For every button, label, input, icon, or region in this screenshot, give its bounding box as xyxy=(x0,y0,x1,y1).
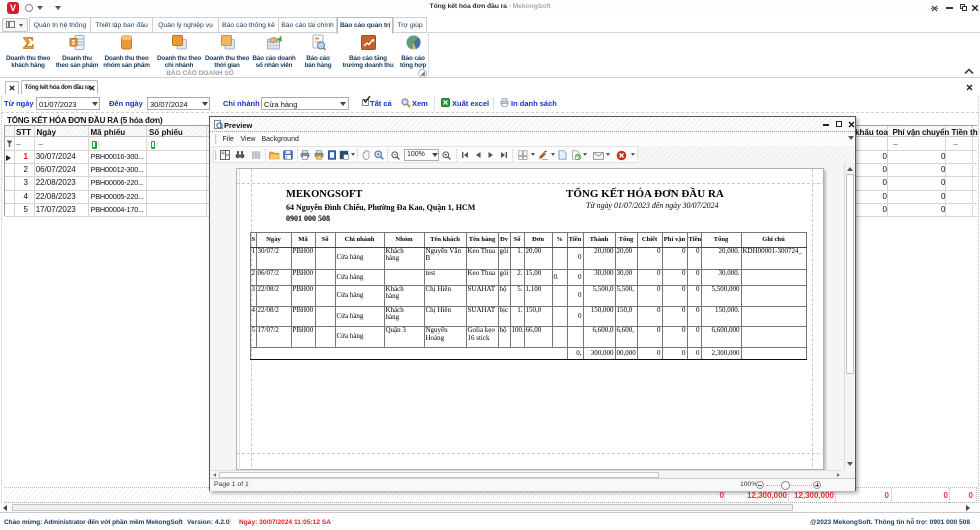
svg-text:Σ: Σ xyxy=(71,41,75,47)
svg-text:Σ: Σ xyxy=(22,34,33,51)
